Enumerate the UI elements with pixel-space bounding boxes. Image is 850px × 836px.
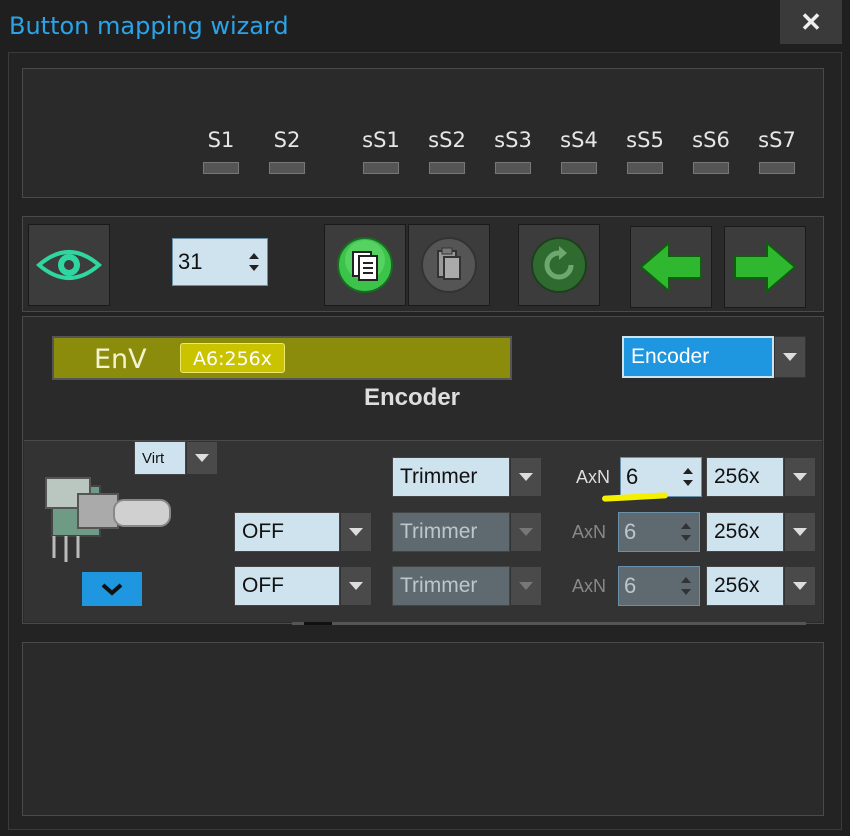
axn-spinner[interactable]: 6 xyxy=(618,566,700,606)
next-button[interactable] xyxy=(724,226,806,308)
window-title: Button mapping wizard xyxy=(9,12,289,40)
trimmer-select[interactable]: Trimmer xyxy=(392,512,542,552)
copy-button[interactable] xyxy=(324,224,406,306)
axn-spinner[interactable]: 6 xyxy=(620,457,702,497)
axn-value: 6 xyxy=(624,573,637,598)
axn-spinner[interactable]: 6 xyxy=(618,512,700,552)
slot-label: S1 xyxy=(207,128,235,152)
mode-select-value: OFF xyxy=(234,566,340,606)
axn-value: 6 xyxy=(624,519,637,544)
trimmer-select[interactable]: Trimmer xyxy=(392,457,542,497)
slot-indicator[interactable] xyxy=(561,162,597,174)
slot-label: sS1 xyxy=(362,128,400,152)
scale-select-value: 256x xyxy=(706,512,784,552)
trimmer-select[interactable]: Trimmer xyxy=(392,566,542,606)
refresh-icon xyxy=(531,237,587,293)
reset-button[interactable] xyxy=(518,224,600,306)
slot-indicator[interactable] xyxy=(495,162,531,174)
slot-indicator[interactable] xyxy=(363,162,399,174)
chevron-down-icon[interactable] xyxy=(510,512,542,552)
axn-label: AxN xyxy=(576,467,611,487)
paste-icon xyxy=(421,237,477,293)
mode-select-value: OFF xyxy=(234,512,340,552)
chevron-down-icon[interactable] xyxy=(784,512,816,552)
slot-indicator[interactable] xyxy=(759,162,795,174)
chevron-down-icon[interactable] xyxy=(510,566,542,606)
display-name: EnV xyxy=(94,344,147,375)
chevron-down-icon[interactable] xyxy=(340,512,372,552)
expand-button[interactable] xyxy=(82,572,142,606)
slot-indicator[interactable] xyxy=(693,162,729,174)
slot-indicator[interactable] xyxy=(203,162,239,174)
scroll-thumb[interactable] xyxy=(304,622,332,625)
page-spinner[interactable]: 31 xyxy=(172,238,268,286)
virt-select-value: Virt xyxy=(134,441,186,475)
copy-icon xyxy=(337,237,393,293)
previous-button[interactable] xyxy=(630,226,712,308)
slot-label: S2 xyxy=(273,128,301,152)
view-button[interactable] xyxy=(28,224,110,306)
spinner-arrows-icon[interactable] xyxy=(673,523,699,541)
mode-select[interactable]: OFF xyxy=(234,512,372,552)
virt-select[interactable]: Virt xyxy=(134,441,218,475)
scale-select-value: 256x xyxy=(706,457,784,497)
type-select[interactable]: Encoder xyxy=(622,336,806,378)
axn-value: 6 xyxy=(626,464,639,489)
type-select-value: Encoder xyxy=(622,336,774,378)
axn-label: AxN xyxy=(572,576,607,596)
output-panel xyxy=(22,642,824,816)
slot-label: sS6 xyxy=(692,128,730,152)
lcd-display: EnV A6:256x xyxy=(52,336,512,380)
chevron-down-icon[interactable] xyxy=(340,566,372,606)
paste-button[interactable] xyxy=(408,224,490,306)
close-icon: ✕ xyxy=(800,6,822,37)
spinner-arrows-icon[interactable] xyxy=(675,468,701,486)
arrow-right-icon xyxy=(734,240,797,294)
scale-select[interactable]: 256x xyxy=(706,512,816,552)
slot-label: sS2 xyxy=(428,128,466,152)
axn-label: AxN xyxy=(572,522,607,542)
close-button[interactable]: ✕ xyxy=(780,0,842,44)
scroll-track[interactable] xyxy=(292,622,806,625)
chevron-down-icon[interactable] xyxy=(784,457,816,497)
scale-select[interactable]: 256x xyxy=(706,457,816,497)
scale-select[interactable]: 256x xyxy=(706,566,816,606)
arrow-left-icon xyxy=(639,240,702,294)
trimmer-select-value: Trimmer xyxy=(392,512,510,552)
trimmer-select-value: Trimmer xyxy=(392,566,510,606)
trimmer-select-value: Trimmer xyxy=(392,457,510,497)
slot-label: sS3 xyxy=(494,128,532,152)
display-badge: A6:256x xyxy=(180,343,285,373)
slot-indicator[interactable] xyxy=(429,162,465,174)
chevron-down-icon[interactable] xyxy=(186,441,218,475)
spinner-arrows-icon[interactable] xyxy=(673,577,699,595)
eye-icon xyxy=(36,250,102,280)
slot-label: sS4 xyxy=(560,128,598,152)
scale-select-value: 256x xyxy=(706,566,784,606)
slot-label: sS7 xyxy=(758,128,796,152)
chevron-down-icon[interactable] xyxy=(774,336,806,378)
chevron-down-icon xyxy=(101,583,123,596)
chevron-down-icon[interactable] xyxy=(510,457,542,497)
page-value: 31 xyxy=(178,249,203,274)
slot-label: sS5 xyxy=(626,128,664,152)
mode-select[interactable]: OFF xyxy=(234,566,372,606)
slot-indicator[interactable] xyxy=(627,162,663,174)
spinner-arrows-icon[interactable] xyxy=(241,253,267,271)
slot-indicator[interactable] xyxy=(269,162,305,174)
chevron-down-icon[interactable] xyxy=(784,566,816,606)
section-title: Encoder xyxy=(364,384,461,411)
